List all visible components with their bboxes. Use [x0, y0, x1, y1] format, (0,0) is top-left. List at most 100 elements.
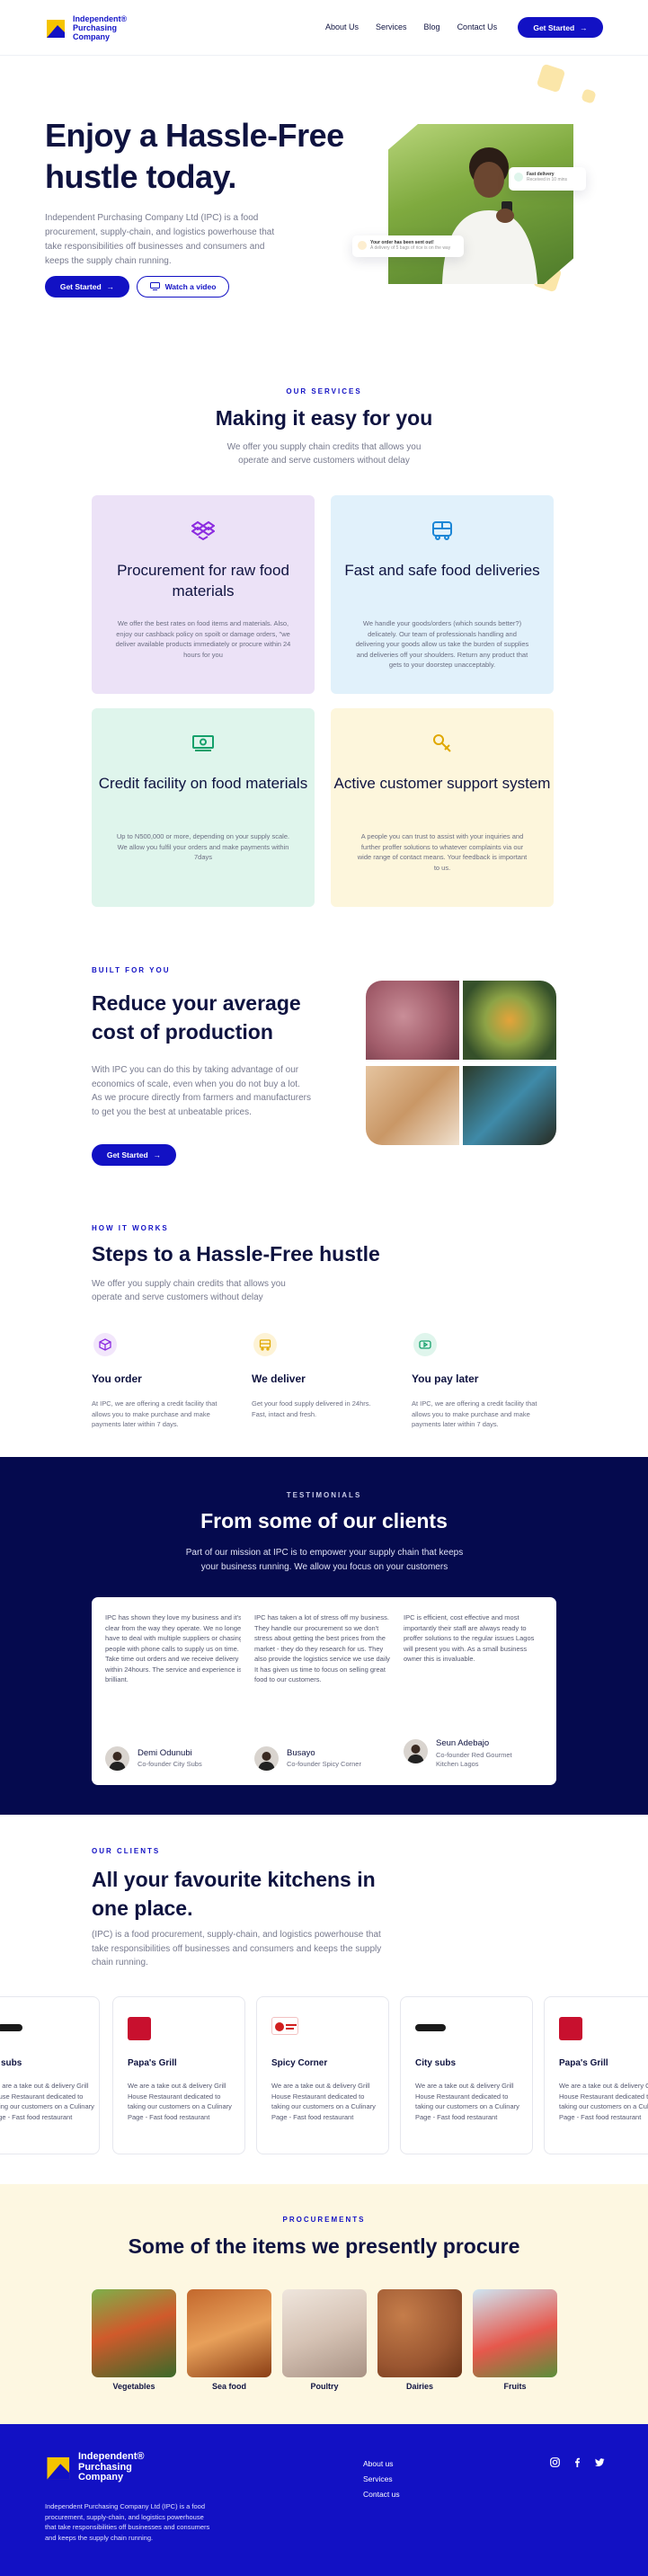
twitter-icon[interactable]	[595, 2456, 605, 2472]
procure-label: Poultry	[310, 2382, 339, 2391]
top-nav: Independent® Purchasing Company About Us…	[0, 0, 648, 56]
built-get-started-button[interactable]: Get Started →	[92, 1144, 176, 1166]
hero-photo	[388, 124, 573, 284]
service-body: A people you can trust to assist with yo…	[357, 832, 528, 872]
testimonials-eyebrow: TESTIMONIALS	[286, 1491, 362, 1499]
service-card-procurement: Procurement for raw food materials We of…	[92, 495, 315, 694]
footer-brand-name: Independent® Purchasing Company	[78, 2451, 145, 2483]
client-body: We are a take out & delivery Grill House…	[559, 2082, 648, 2121]
money-icon	[191, 732, 215, 755]
order-sent-sub: A delivery of 5 bags of rice is on the w…	[370, 245, 451, 251]
built-title: Reduce your average cost of production	[92, 991, 301, 1044]
client-name: City subs	[415, 2058, 457, 2068]
services-subtitle: We offer you supply chain credits that a…	[226, 442, 422, 466]
testimonial-role: Co-founder Spicy Corner	[287, 1760, 361, 1768]
city-subs-logo-icon	[415, 2024, 446, 2031]
client-body: We are a take out & delivery Grill House…	[271, 2082, 376, 2121]
testimonials-subtitle: Part of our mission at IPC is to empower…	[185, 1548, 464, 1572]
ham-photo	[366, 981, 459, 1060]
built-body: With IPC you can do this by taking advan…	[92, 1065, 311, 1117]
brand-logo-icon	[45, 2453, 74, 2482]
client-name: Papa's Grill	[559, 2058, 608, 2068]
fast-delivery-card: Fast delivery Received in 10 mins	[509, 167, 586, 191]
testimonials-title: From some of our clients	[200, 1509, 448, 1532]
arrow-right-icon: →	[106, 282, 115, 291]
service-title: Active customer support system	[333, 775, 551, 792]
nav-links: About Us Services Blog Contact Us	[325, 22, 514, 31]
nav-link-services[interactable]: Services	[376, 22, 407, 31]
service-title: Credit facility on food materials	[98, 775, 308, 792]
service-card-support: Active customer support system A people …	[331, 708, 554, 907]
client-card[interactable]: City subs We are a take out & delivery G…	[400, 1996, 533, 2154]
procure-label: Dairies	[405, 2382, 434, 2391]
order-sent-card: Your order has been sent out! A delivery…	[352, 235, 464, 257]
nav-link-contact[interactable]: Contact Us	[457, 22, 498, 31]
avatar	[254, 1746, 279, 1771]
procure-label: Fruits	[503, 2382, 527, 2391]
step-title: We deliver	[252, 1372, 306, 1385]
footer-link-services[interactable]: Services	[363, 2474, 393, 2483]
avatar	[105, 1746, 129, 1771]
client-body: We are a take out & delivery Grill House…	[128, 2082, 232, 2121]
built-eyebrow: BUILT FOR YOU	[92, 966, 171, 974]
service-body: We handle your goods/orders (which sound…	[355, 619, 529, 669]
testimonial-role: Co-founder Red Gourmet Kitchen Lagos	[436, 1751, 512, 1768]
testimonial-name: Busayo	[287, 1748, 315, 1758]
clients-subtitle: (IPC) is a food procurement, supply-chai…	[92, 1930, 382, 1968]
testimonial-name: Demi Odunubi	[138, 1748, 192, 1758]
bell-icon	[358, 241, 367, 250]
client-card[interactable]: Papa's Grill We are a take out & deliver…	[544, 1996, 648, 2154]
nav-link-about[interactable]: About Us	[325, 22, 359, 31]
hero-subtitle: Independent Purchasing Company Ltd (IPC)…	[45, 213, 275, 266]
footer-link-about[interactable]: About us	[363, 2459, 394, 2468]
decor-blob	[581, 88, 597, 104]
client-card[interactable]: subs We are a take out & delivery Grill …	[0, 1996, 100, 2154]
step-body: At IPC, we are offering a credit facilit…	[412, 1399, 537, 1428]
papas-grill-logo-icon	[559, 2017, 582, 2040]
testimonial-card: IPC has taken a lot of stress off my bus…	[241, 1597, 407, 1785]
monitor-icon	[149, 281, 160, 292]
procure-eyebrow: PROCUREMENTS	[282, 2216, 366, 2224]
service-title: Fast and safe food deliveries	[344, 562, 540, 579]
service-card-delivery: Fast and safe food deliveries We handle …	[331, 495, 554, 694]
avatar	[404, 1739, 428, 1763]
decor-blob	[536, 63, 566, 93]
spicy-corner-logo-icon	[271, 2017, 298, 2035]
papas-grill-logo-icon	[128, 2017, 151, 2040]
client-card[interactable]: Spicy Corner We are a take out & deliver…	[256, 1996, 389, 2154]
step-body: At IPC, we are offering a credit facilit…	[92, 1399, 217, 1428]
steps-title: Steps to a Hassle-Free hustle	[92, 1242, 380, 1266]
service-title: Procurement for raw food materials	[117, 562, 289, 600]
brand-name: Independent® Purchasing Company	[73, 14, 128, 41]
watch-video-label: Watch a video	[164, 282, 217, 291]
testimonial-role: Co-founder City Subs	[138, 1760, 202, 1768]
facebook-icon[interactable]	[573, 2456, 582, 2472]
brand-logo-icon	[45, 16, 68, 40]
service-body: Up to N500,000 or more, depending on you…	[116, 832, 290, 861]
client-name: Spicy Corner	[271, 2058, 328, 2068]
client-name: Papa's Grill	[128, 2058, 177, 2068]
testimonial-text: IPC has shown they love my business and …	[105, 1613, 244, 1683]
nav-link-blog[interactable]: Blog	[424, 22, 440, 31]
brand-logo[interactable]: Independent® Purchasing Company	[45, 14, 145, 41]
footer-link-contact[interactable]: Contact us	[363, 2490, 400, 2499]
fast-delivery-sub: Received in 10 mins	[527, 177, 568, 182]
groceries-photo	[463, 1066, 556, 1145]
watch-video-button[interactable]: Watch a video	[137, 276, 229, 298]
fruits-photo	[473, 2289, 557, 2377]
step-body: Get your food supply delivered in 24hrs.…	[252, 1399, 371, 1418]
hero-get-started-button[interactable]: Get Started →	[45, 276, 129, 298]
bus-icon	[431, 519, 454, 542]
nav-get-started-button[interactable]: Get Started →	[518, 17, 603, 38]
steps-eyebrow: HOW IT WORKS	[92, 1224, 169, 1232]
procure-label: Sea food	[211, 2382, 246, 2391]
instagram-icon[interactable]	[550, 2456, 560, 2472]
footer-brand-logo[interactable]: Independent® Purchasing Company	[45, 2451, 168, 2483]
service-card-credit: Credit facility on food materials Up to …	[92, 708, 315, 907]
client-card[interactable]: Papa's Grill We are a take out & deliver…	[112, 1996, 245, 2154]
services-eyebrow: OUR SERVICES	[286, 387, 362, 395]
built-get-started-label: Get Started	[106, 1150, 148, 1159]
play-card-icon	[413, 1333, 437, 1356]
dropbox-icon	[191, 519, 216, 542]
clients-eyebrow: OUR CLIENTS	[92, 1847, 161, 1855]
